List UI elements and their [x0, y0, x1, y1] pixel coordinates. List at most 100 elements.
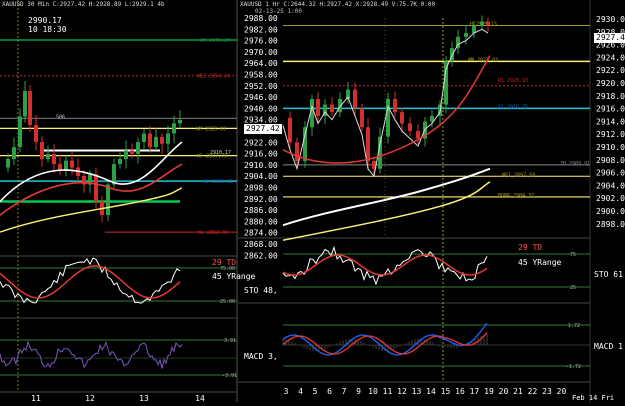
right-candle-body	[288, 117, 292, 143]
right-candle-body	[303, 127, 307, 162]
right-y-tick: 2904.00	[244, 172, 278, 181]
right-macd-lower-tick: -1.72	[566, 364, 581, 370]
right-x-tick: 4	[298, 387, 303, 396]
right-y-tick: 2880.00	[244, 217, 278, 226]
left-level-tag: 506	[56, 115, 65, 121]
far-axis-tick: 2908.00	[596, 156, 625, 165]
left-candle-body	[106, 184, 110, 216]
right-macd-upper-tick: 1.72	[568, 323, 580, 329]
left-level-tag: WM 2923.03	[196, 126, 226, 132]
far-axis-tick: 2912.00	[596, 130, 625, 139]
far-axis-tick: 2898.00	[596, 220, 625, 229]
right-y-tick: 2952.00	[244, 82, 278, 91]
left-level-tag: SL 2862.00	[198, 230, 228, 236]
left-candle-body	[154, 136, 158, 148]
far-axis-tick: 2918.00	[596, 92, 625, 101]
right-x-tick: 12	[397, 387, 407, 396]
left-candle-body	[52, 153, 56, 165]
left-candle-body	[6, 159, 10, 168]
right-sto-75-tick: 75	[570, 252, 576, 258]
right-sto-signal	[282, 254, 488, 276]
left-candle-body	[160, 136, 164, 144]
right-y-tick: 2982.00	[244, 25, 278, 34]
right-x-tick: 13	[412, 387, 422, 396]
right-x-tick: 23	[542, 387, 552, 396]
right-level-tag: R1 2923.93	[498, 78, 528, 84]
left-crosshair-price: 2990.17	[28, 16, 62, 25]
left-x-tick: 11	[31, 394, 41, 402]
right-level-tag: 7H 2909.91	[560, 161, 590, 167]
right-candle-body	[464, 33, 468, 37]
right-level-tag: S1 2916.75	[498, 105, 528, 111]
right-candle-body	[408, 123, 412, 131]
right-x-tick: 22	[528, 387, 538, 396]
right-x-tick: 17	[470, 387, 480, 396]
left-sto-25-tick: 25.00	[220, 299, 235, 305]
left-candle-body	[28, 91, 32, 125]
left-candle-body	[142, 133, 146, 142]
left-level-tag: WM 2975.37	[200, 38, 230, 44]
left-candle-body	[166, 133, 170, 144]
right-x-tick: 20	[557, 387, 567, 396]
far-axis-tick: 2906.00	[596, 169, 625, 178]
right-candle-body	[386, 98, 390, 137]
chart-canvas[interactable]: 2988.00 2982.00 2976.00 2970.00 2964.00 2958.…	[0, 0, 625, 403]
left-ma-red	[0, 163, 183, 216]
right-y-tick: 2970.00	[244, 48, 278, 57]
left-macd-line	[0, 340, 183, 369]
right-y-tick: 2874.00	[244, 229, 278, 238]
right-ma-yellow	[282, 181, 491, 241]
left-level-tag: WO 2892.31	[203, 179, 233, 185]
left-macd-upper-tick: 3.91	[224, 338, 236, 344]
right-y-tick: 2988.00	[244, 14, 278, 23]
left-candle-body	[178, 119, 182, 124]
right-y-tick: 2892.00	[244, 195, 278, 204]
right-candle-body	[393, 98, 397, 113]
trading-workspace: 2988.00 2982.00 2976.00 2970.00 2964.00 2958.…	[0, 0, 625, 403]
left-candle-body	[130, 150, 134, 154]
left-candle-body	[23, 91, 27, 117]
far-axis-tick: 2920.00	[596, 79, 625, 88]
right-candle-body	[316, 98, 320, 116]
far-axis-tick: 2924.00	[596, 53, 625, 62]
right-x-tick: 11	[383, 387, 393, 396]
right-td-label: 29 TD	[518, 243, 543, 252]
right-x-tick: 7	[342, 387, 347, 396]
right-sto-25-tick: 25	[570, 285, 576, 291]
right-x-tick: 10	[368, 387, 378, 396]
far-axis-tick: 2910.00	[596, 143, 625, 152]
left-ma-yellow	[0, 187, 183, 233]
right-y-tick: 2916.00	[244, 150, 278, 159]
left-candle-body	[148, 133, 152, 148]
right-y-tick: 2886.00	[244, 206, 278, 215]
left-candle-body	[40, 142, 44, 159]
right-macd-label: MACD 1	[594, 342, 623, 351]
right-y-tick: 2922.00	[244, 138, 278, 147]
right-candle-body	[480, 21, 484, 26]
right-y-tick: 2964.00	[244, 59, 278, 68]
right-y-tick: 2868.00	[244, 240, 278, 249]
far-axis-tick: 2914.00	[596, 117, 625, 126]
right-y-tick: 2862.00	[244, 251, 278, 260]
right-level-tag: WM 2923.83	[468, 57, 498, 63]
right-level-tag: BORR 2904.32	[498, 193, 534, 199]
far-axis-tick: 2930.00	[596, 15, 625, 24]
far-axis-tick: 2922.00	[596, 66, 625, 75]
left-yrange-label: 45 YRange	[212, 272, 256, 281]
right-x-tick: 6	[327, 387, 332, 396]
left-td-label: 29 TD	[212, 258, 237, 267]
left-candle-body	[172, 123, 176, 134]
right-candle-body	[295, 142, 299, 162]
right-chart-header: XAUUSD 1 Hr C:2644.32 H:2927.42 X:2928.4…	[240, 1, 436, 8]
right-candle-body	[366, 127, 370, 162]
right-y-tick: 2958.00	[244, 71, 278, 80]
left-candle-body	[118, 159, 122, 165]
right-price-marker: 2927.42	[594, 33, 625, 43]
right-yrange-label: 45 YRange	[518, 258, 562, 267]
left-x-tick: 14	[195, 394, 205, 402]
far-axis-tick: 2902.00	[596, 194, 625, 203]
left-candle-body	[94, 174, 98, 202]
left-macd-label: MACD 3,	[244, 352, 278, 361]
left-price-marker: 2927.42	[244, 124, 282, 134]
left-x-tick: 13	[139, 394, 149, 402]
